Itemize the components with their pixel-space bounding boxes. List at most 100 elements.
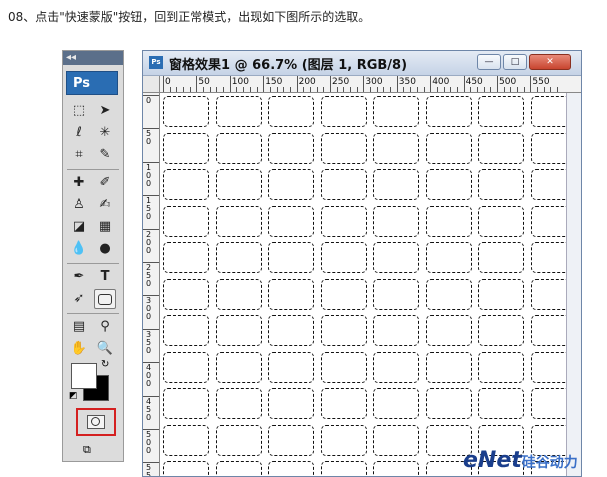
selection-cell [373,96,419,127]
document-icon: Ps [149,56,163,69]
document-titlebar[interactable]: Ps 窗格效果1 @ 66.7% (图层 1, RGB/8) — □ ✕ [143,51,581,76]
hand-icon[interactable]: ✋ [68,339,90,359]
ruler-minor-tick [350,87,352,92]
ruler-top-label: 50 [198,77,210,87]
selection-cell [163,424,209,456]
document-canvas[interactable] [160,93,568,476]
selection-cell [163,351,209,383]
ruler-tick [196,76,198,92]
ruler-minor-tick [543,87,545,92]
ruler-minor-tick [336,87,338,92]
ruler-top-label: 100 [231,77,249,87]
dodge-icon[interactable]: ● [94,239,116,259]
marquee-icon[interactable]: ⬚ [68,101,90,121]
ruler-minor-tick [276,87,278,92]
default-colors-icon[interactable]: ◩ [69,391,78,401]
ruler-minor-tick [476,87,478,92]
vertical-ruler[interactable]: 0 50 100 150 200 250 300 350 400 450 500 550 [143,93,160,477]
eyedropper-icon[interactable]: ⚲ [94,317,116,337]
tool-separator [67,313,119,314]
selection-cell [530,242,568,273]
clone-stamp-icon[interactable]: ♙ [68,195,90,215]
selection-cell [478,351,524,383]
selection-cell [215,461,262,476]
screen-mode-icon[interactable]: ⧉ [83,443,105,457]
photoshop-logo[interactable]: Ps [66,71,118,95]
rounded-rectangle-icon[interactable] [94,289,116,309]
ruler-left-label: 50 [146,129,152,147]
swap-colors-icon[interactable]: ↻ [101,359,109,370]
document-window: Ps 窗格效果1 @ 66.7% (图层 1, RGB/8) — □ ✕ 0 50… [142,50,582,477]
gradient-icon[interactable]: ▦ [94,217,116,237]
selection-cell [425,278,472,310]
selection-cell [478,205,524,237]
selection-cell [268,132,314,164]
pen-icon[interactable]: ✒ [68,267,90,287]
notes-icon[interactable]: ▤ [68,317,90,337]
blur-icon[interactable]: 💧 [68,239,90,259]
selection-cell [163,205,209,237]
selection-cell [215,388,262,419]
ruler-top-label: 550 [532,77,550,87]
selection-cell [268,424,314,456]
selection-cell [268,169,314,200]
magic-wand-icon[interactable]: ✳ [94,123,116,143]
ruler-left-label: 400 [146,363,152,389]
ruler-minor-tick [209,87,211,92]
slice-icon[interactable]: ✎ [94,145,116,165]
ruler-tick [530,76,532,92]
selection-cell [320,96,367,127]
crop-icon[interactable]: ⌗ [68,145,90,165]
vertical-scrollbar[interactable] [566,93,581,476]
zoom-icon[interactable]: 🔍 [94,339,116,359]
selection-cell [373,424,419,456]
type-icon[interactable]: T [94,267,116,287]
collapse-icon[interactable]: ◂◂ [66,51,76,65]
ruler-minor-tick [456,87,458,92]
move-icon[interactable]: ➤ [94,101,116,121]
path-selection-icon[interactable]: ➶ [68,289,90,309]
foreground-color-swatch[interactable] [71,363,97,389]
instruction-text: 08、点击"快速蒙版"按钮，回到正常模式，出现如下图所示的选取。 [8,10,371,24]
tool-row: ➶ [67,289,119,311]
ruler-minor-tick [390,87,392,92]
ruler-tick [497,76,498,92]
selection-cell [320,315,367,346]
quick-mask-button[interactable] [87,415,105,429]
history-brush-icon[interactable]: ✍ [94,195,116,215]
ruler-corner[interactable] [143,76,160,92]
minimize-button[interactable]: — [477,54,501,70]
selection-cell [215,278,262,310]
ruler-top-label: 400 [432,77,450,87]
selection-cell [215,351,262,383]
ruler-minor-tick [537,87,539,92]
selection-cell [320,424,367,456]
tool-row: ⬚ ➤ [67,101,119,123]
tools-panel-grip[interactable]: ◂◂ [63,51,123,65]
ruler-minor-tick [283,87,285,92]
eraser-icon[interactable]: ◪ [68,217,90,237]
horizontal-ruler[interactable]: 0 50 100 150 200 250 300 350 400 450 500 550 [143,76,581,93]
maximize-button[interactable]: □ [503,54,527,70]
tool-row: ▤ ⚲ [67,317,119,339]
tool-row: ℓ ✳ [67,123,119,145]
watermark-text: eNet [463,448,522,473]
ruler-top-label: 250 [332,77,350,87]
selection-cell [478,132,524,164]
ruler-left-label: 150 [146,196,152,222]
ruler-left-label: 550 [146,463,152,477]
ruler-tick [163,76,164,92]
healing-brush-icon[interactable]: ✚ [68,173,90,193]
ruler-minor-tick [243,87,245,92]
selection-cell [530,388,568,419]
brush-icon[interactable]: ✐ [94,173,116,193]
lasso-icon[interactable]: ℓ [68,123,90,143]
selection-cell [163,169,209,200]
selection-cell [215,205,262,237]
ruler-left-label: 200 [146,229,152,255]
tool-row: 💧 ● [67,239,119,261]
ruler-minor-tick [216,87,218,92]
ruler-minor-tick [436,87,438,92]
close-button[interactable]: ✕ [529,54,571,70]
selection-cell [530,169,568,200]
